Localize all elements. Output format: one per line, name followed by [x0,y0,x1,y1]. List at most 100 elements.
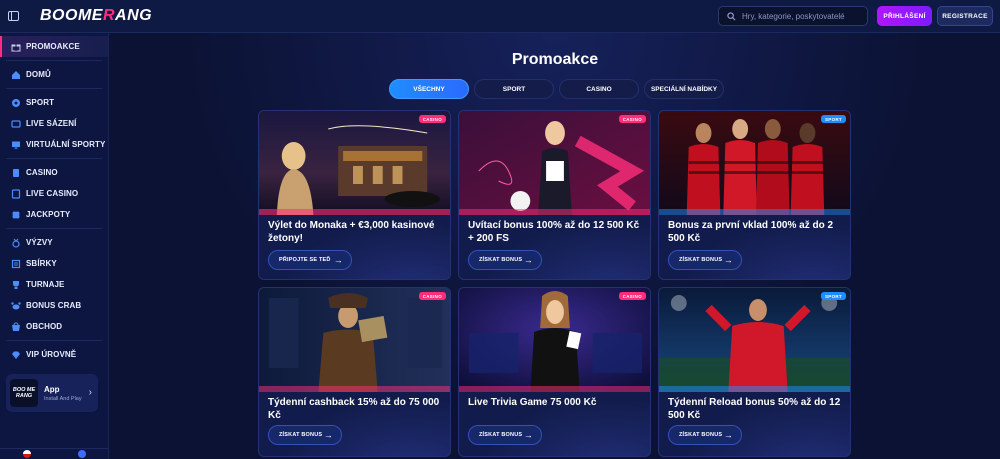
live-tv-icon [10,118,21,129]
sidebar-item-label: PROMOAKCE [26,42,80,51]
promo-grid: CASINO Výlet do Monaka + €3,000 kasinové… [258,110,851,459]
promo-cta-button[interactable]: ZÍSKAT BONUS → [668,250,742,270]
app-download-card[interactable]: BOO ME RANG App Install And Play › [6,374,98,412]
clover-icon [10,209,21,220]
promo-cta-label: ZÍSKAT BONUS [479,432,523,438]
language-selector[interactable] [0,449,55,459]
sidebar-item-label: BONUS CRAB [26,301,82,310]
promo-card[interactable]: CASINO Týdenní cashback 15% až do 75 000… [258,287,451,457]
arrow-right-icon: → [723,255,733,265]
promo-cta-button[interactable]: ZÍSKAT BONUS → [468,425,542,445]
promo-card[interactable]: SPORT Týdenní Reload bonus 50% až do 12 … [658,287,851,457]
sidebar-item-label: LIVE SÁZENÍ [26,119,77,128]
sidebar-toggle-button[interactable] [0,0,26,33]
sidebar-item-label: VIP ÚROVNĚ [26,350,77,359]
promo-cta-label: ZÍSKAT BONUS [679,432,723,438]
sidebar-item-live-casino[interactable]: LIVE CASINO [0,183,108,204]
promo-cta-button[interactable]: PŘIPOJTE SE TEĎ → [268,250,352,270]
app-title: App [44,384,60,394]
login-button[interactable]: PŘIHLÁŠENÍ [877,6,932,26]
sidebar-item-casino[interactable]: CASINO [0,162,108,183]
promo-image-welcome-bonus [459,111,650,215]
tab-vsechny[interactable]: VŠECHNY [389,79,469,99]
promo-cta-label: ZÍSKAT BONUS [279,432,323,438]
sidebar-item-vip-urovne[interactable]: VIP ÚROVNĚ [0,344,108,365]
search-icon [727,11,736,20]
tab-sport[interactable]: SPORT [474,79,554,99]
album-icon [10,258,21,269]
sidebar-item-domu[interactable]: DOMŮ [0,64,108,85]
sidebar-item-sport[interactable]: SPORT [0,92,108,113]
search-input[interactable] [742,11,862,21]
arrow-right-icon: → [323,430,333,440]
promo-title: Live Trivia Game 75 000 Kč [468,397,597,408]
promo-image-reload-bonus [659,288,850,392]
promo-cta-button[interactable]: ZÍSKAT BONUS → [268,425,342,445]
sidebar: PROMOAKCE DOMŮ SPORT LIVE SÁZENÍ VIRTUÁL… [0,33,109,459]
support-chat-button[interactable] [55,449,110,459]
promo-title: Výlet do Monaka + €3,000 kasinové žetony… [268,220,435,244]
main-content: Promoakce VŠECHNY SPORT CASINO SPECIÁLNÍ… [110,33,1000,459]
sidebar-divider [6,60,102,61]
sidebar-item-promoakce[interactable]: PROMOAKCE [0,36,108,57]
sidebar-item-live-sazeni[interactable]: LIVE SÁZENÍ [0,113,108,134]
arrow-right-icon: → [723,430,733,440]
sidebar-item-turnaje[interactable]: TURNAJE [0,274,108,295]
promo-card[interactable]: CASINO Uvítací bonus 100% až do 12 500 K… [458,110,651,280]
gift-icon [10,41,21,52]
promo-cta-button[interactable]: ZÍSKAT BONUS → [668,425,742,445]
logo-text-end: ANG [115,7,153,24]
sidebar-item-sbirky[interactable]: SBÍRKY [0,253,108,274]
sidebar-item-label: JACKPOTY [26,210,71,219]
sidebar-divider [6,340,102,341]
trophy-icon [10,279,21,290]
sidebar-item-label: SPORT [26,98,55,107]
logo-text-accent: R [102,7,116,24]
crab-icon [10,300,21,311]
sidebar-item-obchod[interactable]: OBCHOD [0,316,108,337]
search-box[interactable] [718,6,868,26]
flag-cz-icon [23,450,32,458]
sidebar-item-label: VÝZVY [26,238,53,247]
sidebar-divider [6,158,102,159]
sidebar-item-bonus-crab[interactable]: BONUS CRAB [0,295,108,316]
chevron-right-icon: › [88,387,92,398]
medal-icon [10,237,21,248]
sidebar-divider [6,88,102,89]
arrow-right-icon: → [523,430,533,440]
diamond-icon [10,349,21,360]
promo-title: Týdenní cashback 15% až do 75 000 Kč [268,397,440,421]
sidebar-item-label: CASINO [26,168,58,177]
promo-cta-label: PŘIPOJTE SE TEĎ [279,257,331,263]
promo-image-cashback [259,288,450,392]
logo-text-main: BOOME [40,7,103,24]
top-bar: BOOMERANG PŘIHLÁŠENÍ REGISTRACE [0,0,1000,33]
promo-image-football-players [659,111,850,215]
category-badge: CASINO [618,292,646,300]
sidebar-item-vyzvy[interactable]: VÝZVY [0,232,108,253]
soccer-ball-icon [10,97,21,108]
sidebar-item-jackpoty[interactable]: JACKPOTY [0,204,108,225]
app-subtitle: Install And Play [44,395,82,402]
tab-specialni-nabidky[interactable]: SPECIÁLNÍ NABÍDKY [644,79,724,99]
cards-icon [10,167,21,178]
tab-casino[interactable]: CASINO [559,79,639,99]
promo-title: Bonus za první vklad 100% až do 2 500 Kč [668,220,834,244]
home-icon [10,69,21,80]
sidebar-item-virtualni-sporty[interactable]: VIRTUÁLNÍ SPORTY [0,134,108,155]
category-badge: CASINO [418,292,446,300]
promo-card[interactable]: CASINO Live Trivia Game 75 000 Kč ZÍSKAT… [458,287,651,457]
register-button[interactable]: REGISTRACE [937,6,993,26]
promo-title: Uvítací bonus 100% až do 12 500 Kč + 200… [468,220,640,244]
arrow-right-icon: → [523,255,533,265]
category-badge: SPORT [820,115,846,123]
shop-icon [10,321,21,332]
promo-card[interactable]: SPORT Bonus za první vklad 100% až do 2 … [658,110,851,280]
logo[interactable]: BOOMERANG [40,7,152,25]
arrow-right-icon: → [333,255,343,265]
promo-cta-label: ZÍSKAT BONUS [679,257,723,263]
promo-cta-button[interactable]: ZÍSKAT BONUS → [468,250,542,270]
promo-card[interactable]: CASINO Výlet do Monaka + €3,000 kasinové… [258,110,451,280]
promo-tabs: VŠECHNY SPORT CASINO SPECIÁLNÍ NABÍDKY [389,79,724,99]
monitor-icon [10,139,21,150]
